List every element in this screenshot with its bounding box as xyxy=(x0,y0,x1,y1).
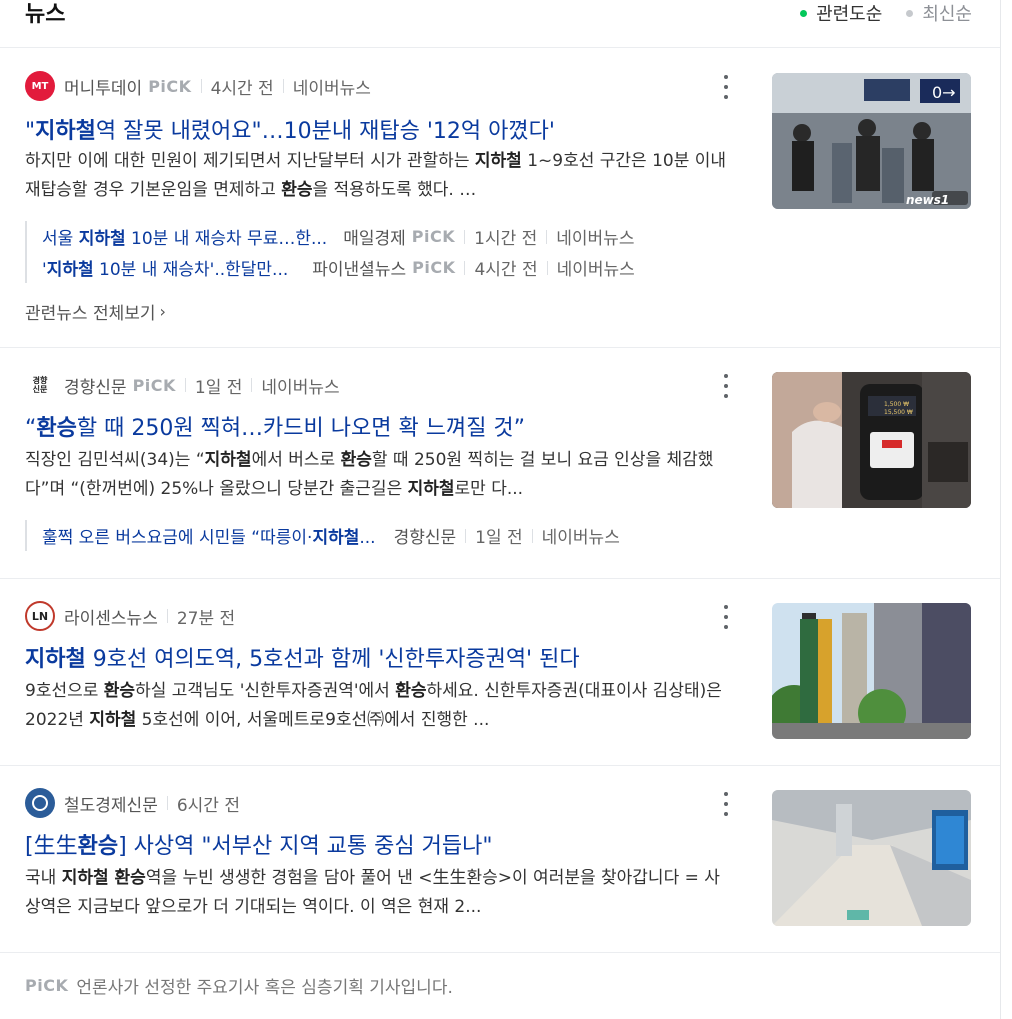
more-options-icon[interactable] xyxy=(716,605,736,629)
pick-badge: PiCK xyxy=(132,375,176,395)
station-corridor-image xyxy=(772,790,971,926)
related-news-item: 훌쩍 오른 버스요금에 시민들 “따릉이·지하철... 경향신문 1일 전 네이… xyxy=(42,520,620,551)
related-press-name[interactable]: 매일경제 xyxy=(343,224,406,249)
article-title[interactable]: “환승할 때 250원 찍혀…카드비 나오면 확 느껴질 것” xyxy=(25,410,525,442)
article-summary[interactable]: 국내 지하철 환승역을 누빈 생생한 경험을 담아 풀어 낸 <生生환승>이 여… xyxy=(25,864,730,922)
news-item: LN 라이센스뉴스 27분 전 지하철 9호선 여의도역, 5호선과 함께 '신… xyxy=(0,579,1000,766)
svg-text:1,500 ₩: 1,500 ₩ xyxy=(884,401,909,408)
news-item: 철도경제신문 6시간 전 [生生환승] 사상역 "서부산 지역 교통 중심 거듭… xyxy=(0,766,1000,953)
news-item: MT 머니투데이 PiCK 4시간 전 네이버뉴스 "지하철역 잘못 내렸어요"… xyxy=(0,49,1000,348)
article-thumbnail[interactable]: 0→ news1 xyxy=(772,73,971,209)
svg-text:news1: news1 xyxy=(906,193,949,207)
related-news-list: 서울 지하철 10분 내 재승차 무료…한... 매일경제 PiCK 1시간 전… xyxy=(25,221,635,283)
related-news-link[interactable]: 서울 지하철 10분 내 재승차 무료…한... xyxy=(42,224,327,249)
section-title: 뉴스 xyxy=(25,2,66,27)
right-divider xyxy=(1000,0,1001,1019)
article-title[interactable]: 지하철 9호선 여의도역, 5호선과 함께 '신한투자증권역' 된다 xyxy=(25,641,580,673)
more-options-icon[interactable] xyxy=(716,374,736,398)
article-title[interactable]: [生生환승] 사상역 "서부산 지역 교통 중심 거듭나" xyxy=(25,828,492,860)
pick-footnote: PiCK 언론사가 선정한 주요기사 혹은 심층기획 기사입니다. xyxy=(25,976,453,998)
pick-badge: PiCK xyxy=(411,227,456,246)
unselected-dot-icon xyxy=(906,9,914,17)
related-news-list: 훌쩍 오른 버스요금에 시민들 “따릉이·지하철... 경향신문 1일 전 네이… xyxy=(25,520,620,551)
article-meta: 철도경제신문 6시간 전 xyxy=(25,788,240,818)
related-news-link[interactable]: 훌쩍 오른 버스요금에 시민들 “따릉이·지하철... xyxy=(42,523,376,548)
pick-badge: PiCK xyxy=(412,258,456,277)
press-logo-icon[interactable]: LN xyxy=(25,601,55,631)
naver-news-link[interactable]: 네이버뉴스 xyxy=(556,224,634,249)
press-logo-icon[interactable] xyxy=(25,788,55,818)
sort-latest[interactable]: 최신순 xyxy=(906,0,972,26)
bus-card-reader-image: 1,500 ₩ 15,500 ₩ xyxy=(772,372,971,508)
news-header: 뉴스 관련도순 최신순 xyxy=(0,0,1000,48)
sort-relevance[interactable]: 관련도순 xyxy=(800,0,882,26)
article-thumbnail[interactable] xyxy=(772,603,971,739)
more-options-icon[interactable] xyxy=(716,75,736,99)
article-summary[interactable]: 직장인 김민석씨(34)는 “지하철에서 버스로 환승할 때 250원 찍히는 … xyxy=(25,446,730,504)
divider xyxy=(282,79,284,93)
article-thumbnail[interactable] xyxy=(772,790,971,926)
press-name[interactable]: 라이센스뉴스 xyxy=(64,604,158,629)
related-news-item: '지하철 10분 내 재승차'..한달만... 파이낸셜뉴스 PiCK 4시간 … xyxy=(42,252,635,283)
naver-news-link[interactable]: 네이버뉴스 xyxy=(557,255,635,280)
press-logo-icon[interactable]: 경향 신문 xyxy=(25,370,55,400)
station-sign-image xyxy=(772,603,971,739)
article-summary[interactable]: 9호선으로 환승하실 고객님도 '신한투자증권역'에서 환승하세요. 신한투자증… xyxy=(25,677,730,735)
svg-text:0→: 0→ xyxy=(932,83,956,102)
naver-news-link[interactable]: 네이버뉴스 xyxy=(542,523,620,548)
subway-gate-image: 0→ news1 xyxy=(772,73,971,209)
naver-news-link[interactable]: 네이버뉴스 xyxy=(261,373,339,398)
press-name[interactable]: 철도경제신문 xyxy=(64,791,158,816)
divider xyxy=(200,79,202,93)
naver-news-link[interactable]: 네이버뉴스 xyxy=(293,74,371,99)
pick-badge: PiCK xyxy=(148,76,192,96)
press-logo-icon[interactable]: MT xyxy=(25,71,55,101)
related-news-all-link[interactable]: 관련뉴스 전체보기 › xyxy=(25,299,166,324)
time-ago: 4시간 전 xyxy=(210,78,274,99)
article-meta: 경향 신문 경향신문 PiCK 1일 전 네이버뉴스 xyxy=(25,370,340,400)
selected-dot-icon xyxy=(800,9,808,17)
pick-badge: PiCK xyxy=(25,976,69,995)
article-title[interactable]: "지하철역 잘못 내렸어요"…10분내 재탑승 '12억 아꼈다' xyxy=(25,113,555,145)
chevron-right-icon: › xyxy=(159,302,166,321)
article-meta: MT 머니투데이 PiCK 4시간 전 네이버뉴스 xyxy=(25,71,371,101)
press-name[interactable]: 머니투데이 xyxy=(64,74,142,99)
related-press-name[interactable]: 경향신문 xyxy=(394,523,457,548)
svg-text:15,500 ₩: 15,500 ₩ xyxy=(884,409,913,416)
more-options-icon[interactable] xyxy=(716,792,736,816)
article-summary[interactable]: 하지만 이에 대한 민원이 제기되면서 지난달부터 시가 관할하는 지하철 1~… xyxy=(25,147,730,205)
article-thumbnail[interactable]: 1,500 ₩ 15,500 ₩ xyxy=(772,372,971,508)
news-item: 경향 신문 경향신문 PiCK 1일 전 네이버뉴스 “환승할 때 250원 찍… xyxy=(0,348,1000,579)
article-meta: LN 라이센스뉴스 27분 전 xyxy=(25,601,235,631)
related-news-item: 서울 지하철 10분 내 재승차 무료…한... 매일경제 PiCK 1시간 전… xyxy=(42,221,635,252)
press-name[interactable]: 경향신문 xyxy=(64,373,127,398)
related-news-link[interactable]: '지하철 10분 내 재승차'..한달만... xyxy=(42,255,288,280)
related-press-name[interactable]: 파이낸셜뉴스 xyxy=(312,255,406,280)
sort-options: 관련도순 최신순 xyxy=(800,0,972,26)
